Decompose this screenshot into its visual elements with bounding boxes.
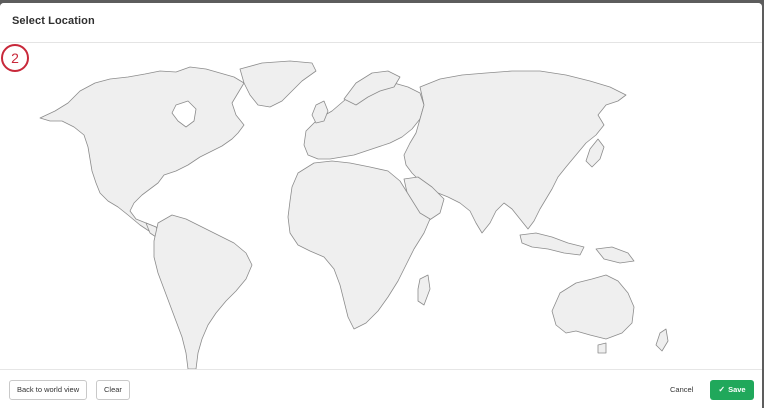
clear-button[interactable]: Clear — [96, 380, 130, 400]
indonesia[interactable] — [519, 232, 585, 256]
marker-number: 2 — [11, 50, 19, 66]
save-label: Save — [728, 385, 746, 394]
dialog-header: Select Location — [0, 3, 762, 43]
new-zealand[interactable] — [655, 328, 669, 352]
world-map[interactable]: 2 — [0, 43, 762, 369]
australia[interactable] — [551, 274, 635, 340]
greenland[interactable] — [239, 60, 317, 108]
select-location-dialog: Select Location 2 Back to world view Cle… — [0, 3, 762, 408]
world-map-svg[interactable] — [0, 43, 762, 369]
south-america[interactable] — [153, 214, 253, 369]
location-marker[interactable]: 2 — [0, 43, 30, 73]
japan[interactable] — [585, 138, 605, 168]
cancel-button[interactable]: Cancel — [670, 380, 693, 400]
tasmania[interactable] — [597, 342, 607, 354]
check-icon: ✓ — [718, 385, 726, 394]
madagascar[interactable] — [417, 274, 431, 306]
save-button[interactable]: ✓ Save — [710, 380, 754, 400]
back-to-world-view-button[interactable]: Back to world view — [9, 380, 88, 400]
dialog-footer: Back to world view Clear Cancel ✓ Save — [0, 369, 762, 408]
dialog-title: Select Location — [12, 15, 95, 27]
north-america[interactable] — [39, 66, 245, 234]
new-guinea[interactable] — [595, 246, 635, 264]
